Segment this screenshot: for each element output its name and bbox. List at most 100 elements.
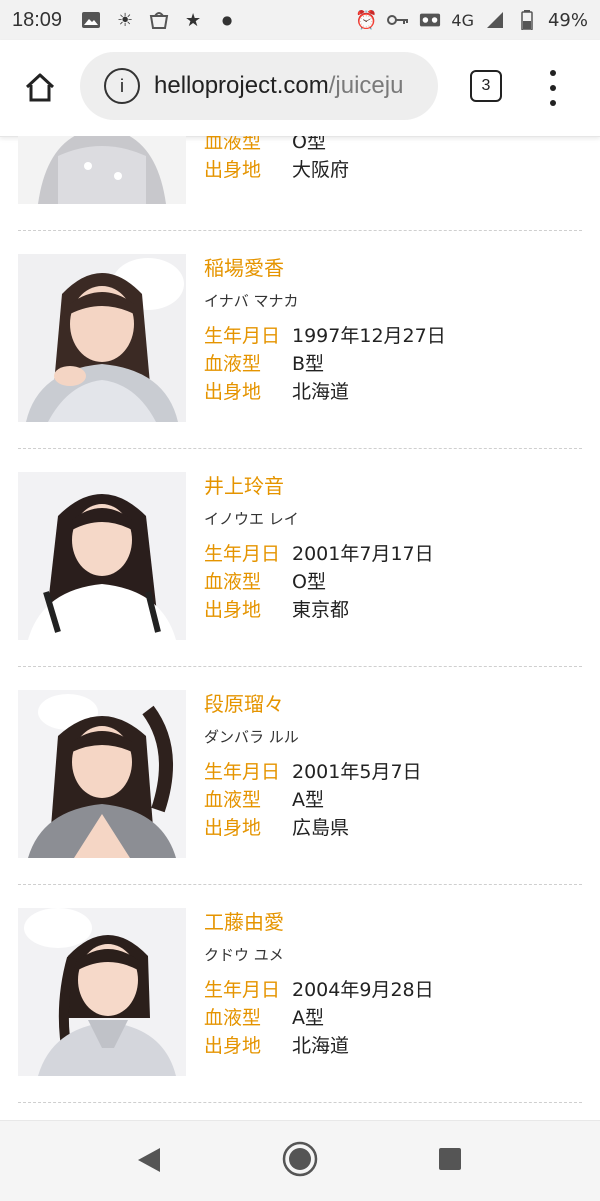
blood-value: A型: [292, 1007, 324, 1029]
birth-row: 生年月日 2001年5月7日: [204, 758, 422, 786]
portrait-image: [18, 690, 186, 858]
notification-icons: ☀ ★ ●: [80, 9, 238, 31]
birth-label: 生年月日: [204, 543, 281, 565]
hometown-row: 出身地 北海道: [204, 1032, 434, 1060]
home-button[interactable]: [20, 68, 60, 108]
back-icon[interactable]: [136, 1147, 162, 1173]
browser-toolbar: i helloproject.com/juiceju 3: [0, 40, 600, 137]
blood-value: B型: [292, 353, 325, 375]
birth-row: 生年月日 2001年7月17日: [204, 540, 434, 568]
birth-label: 生年月日: [204, 979, 281, 1001]
member-info: 稲場愛香 イナバ マナカ 生年月日 1997年12月27日 血液型 B型 出身地…: [204, 254, 446, 406]
birth-value: 2001年5月7日: [292, 761, 422, 783]
member-card: 段原瑠々 ダンバラ ルル 生年月日 2001年5月7日 血液型 A型 出身地 広…: [0, 690, 600, 890]
url-text[interactable]: helloproject.com/juiceju: [154, 72, 403, 100]
status-time: 18:09: [12, 8, 63, 31]
member-card: 井上玲音 イノウエ レイ 生年月日 2001年7月17日 血液型 O型 出身地 …: [0, 472, 600, 672]
portrait-image: [18, 472, 186, 640]
tab-switcher-button[interactable]: 3: [470, 70, 502, 102]
blood-value: A型: [292, 789, 324, 811]
menu-dot: [550, 70, 556, 76]
key-icon: [387, 9, 409, 31]
portrait-image: [18, 254, 186, 422]
blood-row: 血液型 A型: [204, 786, 422, 814]
blood-label: 血液型: [204, 1007, 262, 1029]
member-kana: クドウ ユメ: [204, 946, 284, 964]
member-name[interactable]: 段原瑠々: [204, 690, 422, 718]
battery-percent: 49%: [547, 9, 588, 31]
url-bar[interactable]: i helloproject.com/juiceju: [80, 52, 438, 120]
network-type: 4G: [451, 10, 474, 30]
blood-row: 血液型 O型: [204, 136, 349, 156]
member-info: 工藤由愛 クドウ ユメ 生年月日 2004年9月28日 血液型 A型 出身地 北…: [204, 908, 434, 1060]
recents-icon[interactable]: [438, 1147, 462, 1171]
info-icon[interactable]: i: [104, 68, 140, 104]
home-icon: [25, 73, 55, 102]
blood-label: 血液型: [204, 789, 262, 811]
page-content: 血液型 O型 出身地 大阪府 稲場愛香 イナバ マナカ 生年月日 1997年12…: [0, 136, 600, 1120]
divider: [18, 1102, 582, 1103]
blood-value: O型: [292, 571, 326, 593]
hometown-value: 大阪府: [292, 159, 350, 181]
portrait-image: [18, 136, 186, 204]
member-name[interactable]: 工藤由愛: [204, 908, 434, 936]
voicemail-icon: [419, 9, 441, 31]
member-kana: イナバ マナカ: [204, 292, 299, 310]
url-host: helloproject.com: [154, 72, 329, 99]
birth-value: 1997年12月27日: [292, 325, 446, 347]
member-photo[interactable]: [18, 908, 186, 1076]
hometown-label: 出身地: [204, 599, 262, 621]
member-kana: ダンバラ ルル: [204, 728, 299, 746]
status-bar: 18:09 ☀ ★ ● ⏰ 4G 49%: [0, 0, 600, 40]
hometown-row: 出身地 広島県: [204, 814, 422, 842]
blood-value: O型: [292, 136, 326, 153]
member-photo[interactable]: [18, 690, 186, 858]
hometown-value: 東京都: [292, 599, 350, 621]
hometown-value: 北海道: [292, 381, 350, 403]
hometown-label: 出身地: [204, 1035, 262, 1057]
signal-icon: [484, 9, 506, 31]
hometown-row: 出身地 東京都: [204, 596, 434, 624]
hometown-label: 出身地: [204, 381, 262, 403]
birth-value: 2004年9月28日: [292, 979, 434, 1001]
hometown-value: 北海道: [292, 1035, 350, 1057]
member-photo[interactable]: [18, 136, 186, 204]
member-info: 段原瑠々 ダンバラ ルル 生年月日 2001年5月7日 血液型 A型 出身地 広…: [204, 690, 422, 842]
url-path: /juiceju: [328, 72, 404, 99]
hometown-value: 広島県: [292, 817, 350, 839]
home-circle-icon[interactable]: [282, 1141, 318, 1177]
member-name[interactable]: 稲場愛香: [204, 254, 446, 282]
star-icon: ★: [184, 9, 202, 31]
birth-value: 2001年7月17日: [292, 543, 434, 565]
divider: [18, 884, 582, 885]
blood-label: 血液型: [204, 571, 262, 593]
menu-dot: [550, 100, 556, 106]
divider: [18, 666, 582, 667]
system-nav-bar: [0, 1120, 600, 1201]
blood-row: 血液型 O型: [204, 568, 434, 596]
battery-icon: [516, 9, 538, 31]
divider: [18, 448, 582, 449]
divider: [18, 230, 582, 231]
menu-dot: [550, 85, 556, 91]
member-card: 工藤由愛 クドウ ユメ 生年月日 2004年9月28日 血液型 A型 出身地 北…: [0, 908, 600, 1108]
member-card-partial: 血液型 O型 出身地 大阪府: [0, 136, 600, 236]
birth-label: 生年月日: [204, 761, 281, 783]
member-info: 井上玲音 イノウエ レイ 生年月日 2001年7月17日 血液型 O型 出身地 …: [204, 472, 434, 624]
hometown-row: 出身地 北海道: [204, 378, 446, 406]
birth-row: 生年月日 2004年9月28日: [204, 976, 434, 1004]
overflow-menu-button[interactable]: [542, 70, 564, 106]
member-photo[interactable]: [18, 254, 186, 422]
member-card: 稲場愛香 イナバ マナカ 生年月日 1997年12月27日 血液型 B型 出身地…: [0, 254, 600, 454]
blood-label: 血液型: [204, 136, 262, 153]
hometown-label: 出身地: [204, 159, 262, 181]
blood-row: 血液型 A型: [204, 1004, 434, 1032]
birth-label: 生年月日: [204, 325, 281, 347]
mosaic-icon: [148, 9, 170, 31]
member-kana: イノウエ レイ: [204, 510, 299, 528]
hometown-row: 出身地 大阪府: [204, 156, 349, 184]
member-name[interactable]: 井上玲音: [204, 472, 434, 500]
member-photo[interactable]: [18, 472, 186, 640]
blood-label: 血液型: [204, 353, 262, 375]
portrait-image: [18, 908, 186, 1076]
